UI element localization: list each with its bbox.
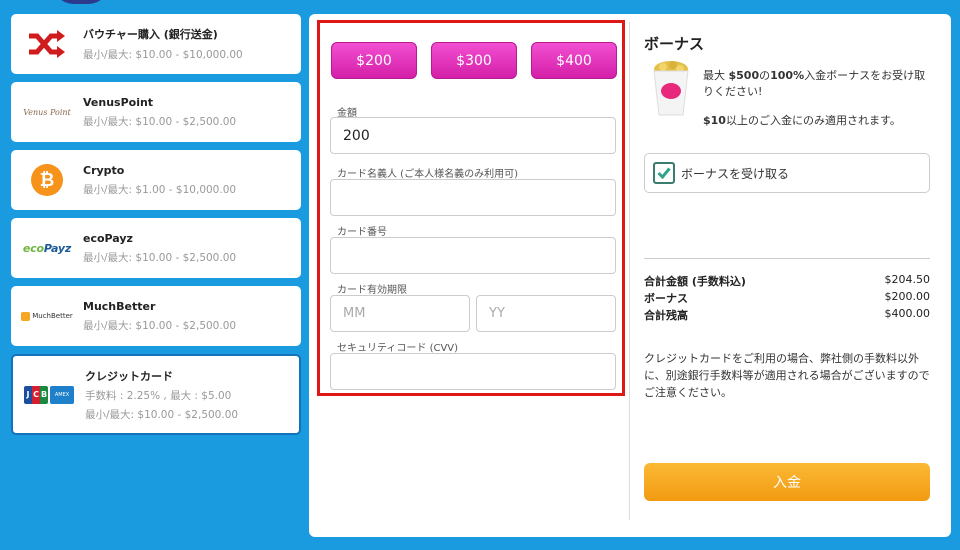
- amex-icon: AMEX: [50, 385, 74, 404]
- total-label: 合計金額 (手数料込): [644, 275, 746, 288]
- method-name: クレジットカード: [85, 369, 173, 383]
- accept-bonus-toggle[interactable]: ボーナスを受け取る: [644, 153, 930, 193]
- bitcoin-icon: ₿: [31, 164, 63, 196]
- summary-divider: [644, 258, 930, 259]
- total-value: $204.50: [884, 273, 931, 286]
- accept-bonus-label: ボーナスを受け取る: [681, 166, 790, 181]
- venuspoint-logo: Venus Point: [23, 107, 71, 117]
- bonus-bucket-image: [653, 61, 689, 116]
- method-name: ecoPayz: [83, 231, 133, 245]
- card-form: $200 $300 $400 金額 200 カード名義人 (ご本人様名義のみ利用…: [317, 20, 625, 396]
- card-number-input[interactable]: [330, 237, 616, 274]
- method-limit: 最小/最大: $10.00 - $2,500.00: [83, 251, 237, 264]
- bonus-title: ボーナス: [644, 35, 705, 53]
- top-logo-fragment: [52, 0, 110, 4]
- checkbox-checked-icon[interactable]: [653, 162, 675, 184]
- method-name: MuchBetter: [83, 299, 156, 313]
- expiry-label: カード有効期限: [337, 285, 407, 296]
- method-name: VenusPoint: [83, 95, 154, 109]
- method-venuspoint[interactable]: Venus Point VenusPoint 最小/最大: $10.00 - $…: [11, 82, 301, 142]
- bonus-value: $200.00: [884, 290, 931, 303]
- ecopayz-logo: ecoPayz: [22, 241, 72, 255]
- amount-input[interactable]: 200: [330, 117, 616, 154]
- amount-200-button[interactable]: $200: [331, 42, 417, 79]
- method-limit: 最小/最大: $10.00 - $2,500.00: [85, 408, 239, 421]
- cardholder-label: カード名義人 (ご本人様名義のみ利用可): [337, 169, 518, 180]
- amount-300-button[interactable]: $300: [431, 42, 517, 79]
- total-row: 合計金額 (手数料込) $204.50: [644, 273, 930, 289]
- method-ecopayz[interactable]: ecoPayz ecoPayz 最小/最大: $10.00 - $2,500.0…: [11, 218, 301, 278]
- bonus-description: 最大 $500の100%入金ボーナスをお受け取りください!: [703, 69, 926, 98]
- cvv-label: セキュリティコード (CVV): [337, 343, 459, 354]
- method-limit: 最小/最大: $10.00 - $10,000.00: [83, 49, 243, 61]
- deposit-panel: $200 $300 $400 金額 200 カード名義人 (ご本人様名義のみ利用…: [309, 14, 951, 537]
- method-fee: 手数料 : 2.25% , 最大 : $5.00: [85, 389, 232, 402]
- method-limit: 最小/最大: $1.00 - $10,000.00: [83, 183, 237, 196]
- method-muchbetter[interactable]: MuchBetter MuchBetter 最小/最大: $10.00 - $2…: [11, 286, 301, 346]
- shuffle-icon: [11, 28, 83, 60]
- method-credit-card[interactable]: JCB AMEX クレジットカード 手数料 : 2.25% , 最大 : $5.…: [11, 354, 301, 435]
- bonus-note: $10以上のご入金にのみ適用されます。: [703, 114, 901, 127]
- balance-row: 合計残高 $400.00: [644, 307, 930, 323]
- expiry-month-input[interactable]: MM: [330, 295, 470, 332]
- method-crypto[interactable]: ₿ Crypto 最小/最大: $1.00 - $10,000.00: [11, 150, 301, 210]
- muchbetter-logo: MuchBetter: [11, 311, 83, 321]
- column-divider: [629, 22, 630, 520]
- quick-amounts: $200 $300 $400: [331, 42, 617, 79]
- balance-label: 合計残高: [644, 309, 688, 322]
- expiry-year-input[interactable]: YY: [476, 295, 616, 332]
- deposit-button[interactable]: 入金: [644, 463, 930, 501]
- balance-value: $400.00: [884, 307, 931, 320]
- bonus-row: ボーナス $200.00: [644, 290, 930, 306]
- cardholder-input[interactable]: [330, 179, 616, 216]
- bonus-label: ボーナス: [644, 292, 688, 305]
- method-limit: 最小/最大: $10.00 - $2,500.00: [83, 115, 237, 128]
- jcb-icon: JCB: [24, 385, 48, 404]
- method-name: バウチャー購入 (銀行送金): [83, 28, 218, 41]
- method-name: Crypto: [83, 163, 125, 177]
- method-voucher[interactable]: バウチャー購入 (銀行送金) 最小/最大: $10.00 - $10,000.0…: [11, 14, 301, 74]
- fee-notice: クレジットカードをご利用の場合、弊社側の手数料以外に、別途銀行手数料等が適用され…: [644, 352, 930, 399]
- card-number-label: カード番号: [337, 227, 387, 238]
- cvv-input[interactable]: [330, 353, 616, 390]
- method-limit: 最小/最大: $10.00 - $2,500.00: [83, 319, 237, 332]
- amount-400-button[interactable]: $400: [531, 42, 617, 79]
